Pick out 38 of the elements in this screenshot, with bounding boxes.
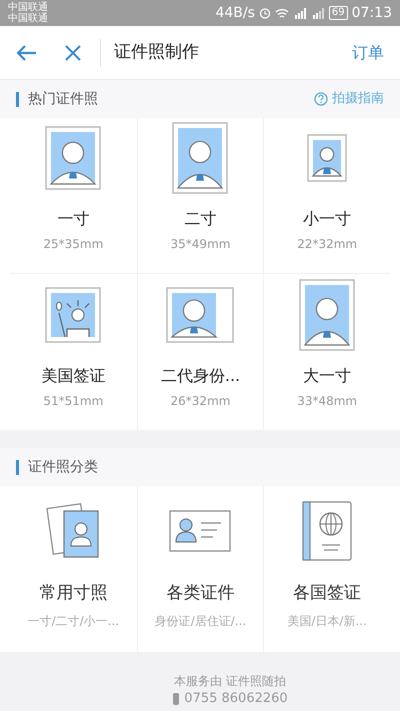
alarm-icon xyxy=(258,7,271,19)
passport-icon xyxy=(302,500,352,560)
close-icon xyxy=(65,44,81,60)
provider-note: 本服务由 证件照随拍 xyxy=(174,673,286,690)
category-option[interactable]: 各类证件 身份证/居住证/... xyxy=(136,486,264,652)
photo-size-option[interactable]: 二寸 35*49mm xyxy=(136,118,264,274)
photo-size-option[interactable]: 小一寸 22*32mm xyxy=(263,118,390,274)
id-card-icon xyxy=(169,510,232,552)
section-title: 热门证件照 xyxy=(28,90,99,108)
signal-icon xyxy=(292,8,307,18)
id-photo-icon xyxy=(45,126,102,190)
photo-size-option[interactable]: 美国签证 51*51mm xyxy=(10,274,137,430)
carrier-name: 中国联通 xyxy=(8,2,48,13)
signal-icon xyxy=(310,8,325,18)
wifi-icon xyxy=(274,8,289,18)
id-photo-icon xyxy=(299,279,356,351)
clock-time: 07:13 xyxy=(352,4,392,22)
section-marker xyxy=(16,92,19,106)
category-option[interactable]: 各国签证 美国/日本/新... xyxy=(263,486,390,652)
id-photo-icon xyxy=(307,134,348,182)
help-icon xyxy=(314,92,328,106)
category-option[interactable]: 常用寸照 一寸/二寸/小一... xyxy=(10,486,137,652)
network-speed: 44B/s xyxy=(215,4,255,22)
id-photo-icon xyxy=(172,122,228,194)
section-marker xyxy=(16,460,19,474)
id-photo-icon xyxy=(166,287,234,343)
statue-photo-icon xyxy=(45,287,102,343)
carrier-name: 中国联通 xyxy=(8,13,48,24)
photo-size-option[interactable]: 大一寸 33*48mm xyxy=(263,274,390,430)
phone-icon xyxy=(172,693,180,705)
photo-size-option[interactable]: 一寸 25*35mm xyxy=(10,118,137,274)
page-title: 证件照制作 xyxy=(114,40,200,64)
arrow-left-icon xyxy=(17,44,37,60)
battery-indicator: 69 xyxy=(328,6,348,20)
orders-link[interactable]: 订单 xyxy=(352,40,388,64)
phone-number: 0755 86062260 xyxy=(184,692,288,706)
photo-size-option[interactable]: 二代身份... 26*32mm xyxy=(136,274,264,430)
section-title: 证件照分类 xyxy=(28,458,99,476)
